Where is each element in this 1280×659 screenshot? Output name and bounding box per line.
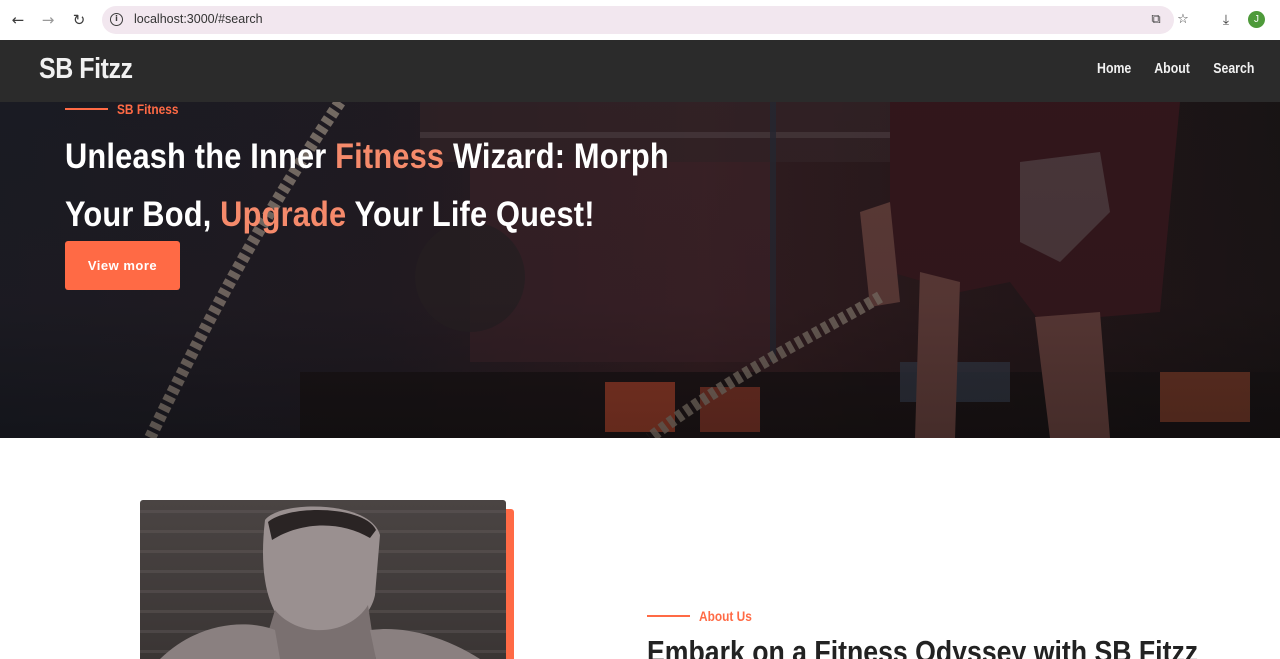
site-brand-logo[interactable]: SB Fitzz [39, 53, 133, 86]
site-info-icon[interactable]: i [110, 13, 123, 26]
back-arrow-icon[interactable]: ← [8, 10, 28, 30]
hero-title-part: Your Life Quest! [346, 195, 595, 234]
site-navbar: SB Fitzz Home About Search [0, 40, 1280, 102]
view-more-button[interactable]: View more [65, 241, 180, 290]
address-url[interactable]: localhost:3000/#search [134, 12, 263, 26]
nav-links: Home About Search [1091, 61, 1254, 77]
about-image [140, 500, 506, 659]
hero-title-highlight: Fitness [335, 137, 445, 176]
install-app-icon[interactable]: ⧉ [1148, 12, 1164, 28]
trainer-photo [140, 506, 506, 659]
nav-link-search[interactable]: Search [1213, 61, 1254, 77]
nav-link-home[interactable]: Home [1097, 61, 1131, 77]
forward-arrow-icon[interactable]: → [38, 10, 58, 30]
about-image-accent [506, 509, 514, 659]
hero-eyebrow: SB Fitness [65, 102, 189, 117]
hero-title: Unleash the Inner Fitness Wizard: Morph … [65, 128, 734, 244]
eyebrow-divider [65, 108, 108, 110]
browser-toolbar: ← → ↻ i localhost:3000/#search ⧉ ☆ ⤓ J [0, 0, 1280, 40]
reload-icon[interactable]: ↻ [69, 10, 89, 30]
about-heading: Embark on a Fitness Odyssey with SB Fitz… [647, 634, 1199, 659]
hero-eyebrow-text: SB Fitness [117, 102, 179, 117]
hero-section: SB Fitness Unleash the Inner Fitness Wiz… [0, 102, 1280, 438]
bookmark-star-icon[interactable]: ☆ [1175, 12, 1191, 28]
about-eyebrow: About Us [647, 608, 761, 624]
hero-title-part: Unleash the Inner [65, 137, 336, 176]
hero-title-highlight: Upgrade [220, 195, 347, 234]
download-icon[interactable]: ⤓ [1216, 10, 1236, 30]
profile-avatar[interactable]: J [1248, 11, 1265, 28]
address-bar[interactable]: i localhost:3000/#search ⧉ ☆ [102, 6, 1189, 34]
about-eyebrow-text: About Us [699, 608, 752, 624]
eyebrow-divider [647, 615, 690, 617]
nav-link-about[interactable]: About [1154, 61, 1190, 77]
